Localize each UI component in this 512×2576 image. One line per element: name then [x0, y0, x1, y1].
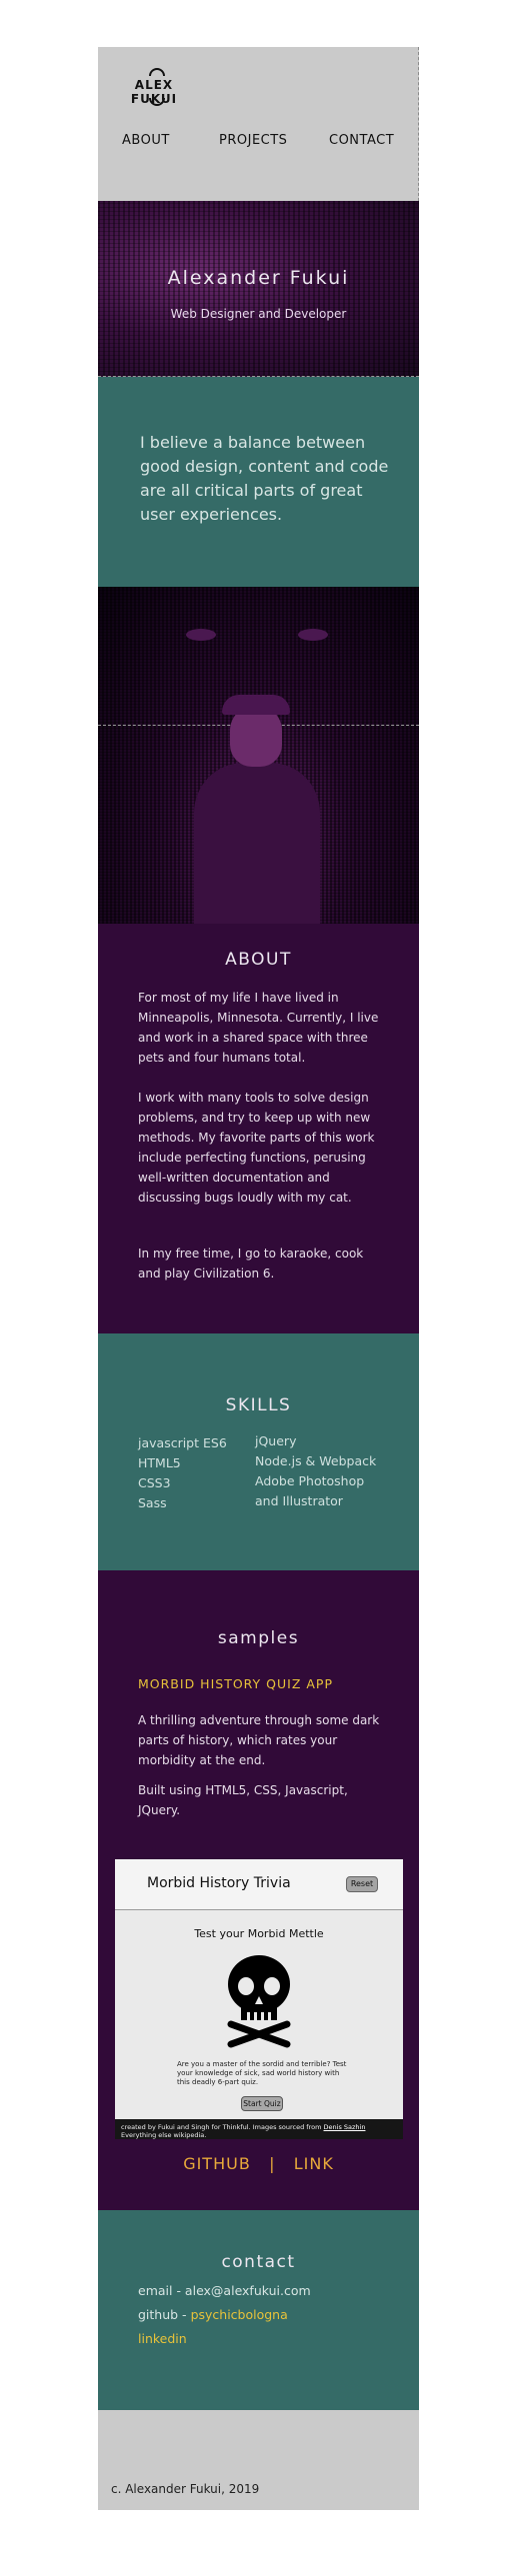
nav-projects-link[interactable]: PROJECTS [219, 133, 287, 148]
hero-banner: Alexander Fukui Web Designer and Develop… [98, 201, 419, 377]
philosophy-section: I believe a balance between good design,… [98, 377, 419, 587]
skull-icon [227, 1955, 291, 2048]
skills-section: SKILLS javascript ES6 HTML5 CSS3 Sass jQ… [98, 1333, 419, 1570]
about-title: ABOUT [225, 950, 292, 970]
portrait-figure-body [194, 763, 320, 924]
about-paragraph-1: For most of my life I have lived in Minn… [138, 991, 379, 1065]
preview-reset-button: Reset [346, 1876, 378, 1892]
project-tech: Built using HTML5, CSS, Javascript, JQue… [138, 1783, 348, 1817]
nav-about-link[interactable]: ABOUT [122, 133, 170, 148]
github-link[interactable]: GITHUB [183, 2154, 251, 2173]
portrait-eye-right [298, 629, 328, 641]
nav-contact-link[interactable]: CONTACT [329, 133, 394, 148]
credit-text: created by Fukui and Singh for Thinkful.… [121, 2123, 322, 2131]
main-nav: ABOUT PROJECTS CONTACT [98, 133, 419, 153]
preview-app-bar: Morbid History Trivia Reset [115, 1859, 403, 1910]
contact-title: contact [221, 2252, 296, 2272]
skill-item: Sass [138, 1495, 167, 1510]
hero-subtitle: Web Designer and Developer [170, 307, 347, 321]
link-separator: | [269, 2154, 276, 2173]
skill-item: javascript ES6 [138, 1435, 227, 1450]
preview-app-title: Morbid History Trivia [147, 1875, 291, 1891]
portrait-photo [98, 587, 419, 924]
site-footer: c. Alexander Fukui, 2019 [98, 2410, 419, 2510]
credit-tail: Everything else wikipedia. [121, 2131, 207, 2139]
contact-email[interactable]: email - alex@alexfukui.com [138, 2282, 311, 2300]
skill-item: jQuery [255, 1433, 297, 1448]
skill-item: HTML5 [138, 1455, 181, 1470]
preview-heading: Test your Morbid Mettle [194, 1927, 324, 1940]
preview-start-button: Start Quiz [241, 2096, 283, 2111]
project-preview-screenshot[interactable]: Morbid History Trivia Reset Test your Mo… [115, 1859, 403, 2119]
skill-item: Adobe Photoshop [255, 1473, 365, 1488]
skills-list-left: javascript ES6 HTML5 CSS3 Sass [138, 1433, 227, 1513]
github-handle-link[interactable]: psychicbologna [191, 2307, 288, 2322]
skill-item: and Illustrator [255, 1493, 343, 1508]
skill-item: CSS3 [138, 1475, 171, 1490]
site-header: ALEX FUKUI ABOUT PROJECTS CONTACT [98, 47, 419, 201]
project-description: A thrilling adventure through some dark … [138, 1713, 380, 1767]
live-link[interactable]: LINK [294, 2154, 334, 2173]
logo[interactable]: ALEX FUKUI [112, 66, 196, 110]
skill-item: Node.js & Webpack [255, 1453, 377, 1468]
samples-title: samples [217, 1628, 300, 1648]
skills-list-right: jQuery Node.js & Webpack Adobe Photoshop… [255, 1431, 376, 1511]
github-prefix: github - [138, 2307, 187, 2322]
about-paragraph-3: In my free time, I go to karaoke, cook a… [138, 1247, 364, 1281]
hero-title: Alexander Fukui [167, 267, 350, 289]
preview-credit: created by Fukui and Singh for Thinkful.… [115, 2119, 403, 2139]
portrait-figure-hat [222, 695, 290, 715]
linkedin-link[interactable]: linkedin [138, 2330, 187, 2348]
about-section: ABOUT For most of my life I have lived i… [98, 924, 419, 1333]
skills-title: SKILLS [225, 1395, 292, 1415]
philosophy-quote: I believe a balance between good design,… [140, 433, 389, 524]
project-name: MORBID HISTORY QUIZ APP [138, 1676, 333, 1691]
samples-section: samples MORBID HISTORY QUIZ APP A thrill… [98, 1570, 419, 2210]
preview-question: Are you a master of the sordid and terri… [177, 2060, 347, 2086]
credit-link: Denis Sazhin [323, 2123, 366, 2131]
contact-section: contact email - alex@alexfukui.com githu… [98, 2210, 419, 2410]
page: ALEX FUKUI ABOUT PROJECTS CONTACT Alexan… [98, 47, 419, 2510]
copyright: c. Alexander Fukui, 2019 [111, 2482, 260, 2496]
logo-brace-top-icon [149, 68, 165, 76]
portrait-eye-left [186, 629, 216, 641]
project-links: GITHUB | LINK [98, 2154, 419, 2173]
contact-github: github - psychicbologna [138, 2306, 288, 2324]
about-paragraph-2: I work with many tools to solve design p… [138, 1091, 375, 1205]
